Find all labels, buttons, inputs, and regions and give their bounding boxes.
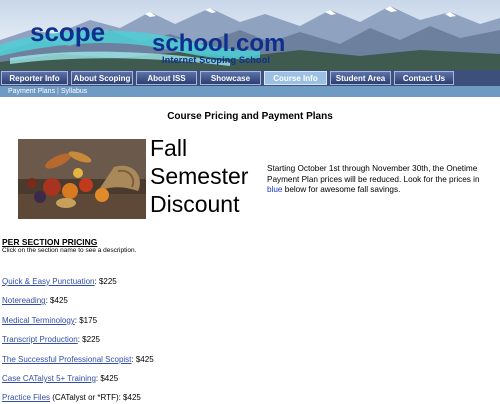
item-price: : $175	[74, 316, 98, 325]
section-heading: PER SECTION PRICING	[2, 237, 98, 247]
promo-line-1: Fall	[150, 135, 188, 161]
header-banner: scope school.com Internet Scoping School	[0, 0, 500, 70]
section-link-professional-scopist[interactable]: The Successful Professional Scopist	[2, 355, 131, 364]
promo-line-3: Discount	[150, 191, 240, 217]
promo-description: Starting October 1st through November 30…	[267, 164, 493, 196]
item-price: (CATalyst or *RTF): $425	[50, 393, 141, 402]
promo-text-end: below for awesome fall savings.	[282, 185, 401, 194]
promo-blue-word: blue	[267, 185, 283, 194]
nav-about-scoping[interactable]: About Scoping	[71, 71, 133, 85]
item-price: : $425	[131, 355, 154, 364]
list-item: Notereading: $425	[2, 296, 68, 305]
subnav-payment-plans-link[interactable]: Payment Plans	[8, 88, 55, 95]
promo-headline: Fall Semester Discount	[150, 134, 248, 218]
nav-reporter-info[interactable]: Reporter Info	[1, 71, 68, 85]
item-price: : $225	[77, 335, 100, 344]
sub-nav: Payment Plans | Syllabus	[0, 86, 500, 97]
section-link-notereading[interactable]: Notereading	[2, 296, 46, 305]
nav-showcase[interactable]: Showcase	[200, 71, 261, 85]
logo-tagline: Internet Scoping School	[162, 55, 271, 65]
page-title: Course Pricing and Payment Plans	[167, 111, 333, 122]
list-item: The Successful Professional Scopist: $42…	[2, 355, 154, 364]
logo-scope-text: scope	[30, 17, 106, 47]
section-hint: Click on the section name to see a descr…	[2, 247, 137, 254]
nav-course-info[interactable]: Course Info	[264, 71, 327, 85]
list-item: Medical Terminology: $175	[2, 316, 97, 325]
cornucopia-image	[18, 139, 146, 219]
logo-school-text: school.com	[152, 30, 286, 57]
item-price: : $425	[95, 374, 119, 383]
nav-student-area[interactable]: Student Area	[330, 71, 391, 85]
item-price: : $225	[94, 277, 117, 286]
list-item: Case CATalyst 5+ Training: $425	[2, 374, 118, 383]
list-item: Quick & Easy Punctuation: $225	[2, 277, 117, 286]
section-link-case-catalyst[interactable]: Case CATalyst 5+ Training	[2, 374, 96, 383]
section-link-transcript-production[interactable]: Transcript Production	[2, 335, 78, 344]
promo-text-start: Starting October 1st through November 30…	[267, 164, 480, 184]
main-nav: Reporter Info About Scoping About ISS Sh…	[0, 70, 500, 86]
subnav-separator: |	[57, 88, 59, 95]
list-item: Practice Files (CATalyst or *RTF): $425	[2, 393, 141, 402]
nav-about-iss[interactable]: About ISS	[136, 71, 197, 85]
item-price: : $425	[45, 296, 68, 305]
promo-line-2: Semester	[150, 163, 249, 189]
section-link-punctuation[interactable]: Quick & Easy Punctuation	[2, 277, 95, 286]
nav-contact-us[interactable]: Contact Us	[394, 71, 454, 85]
section-link-practice-files[interactable]: Practice Files	[2, 393, 50, 402]
subnav-syllabus-link[interactable]: Syllabus	[61, 88, 87, 95]
list-item: Transcript Production: $225	[2, 335, 100, 344]
section-link-medical-terminology[interactable]: Medical Terminology	[2, 316, 75, 325]
